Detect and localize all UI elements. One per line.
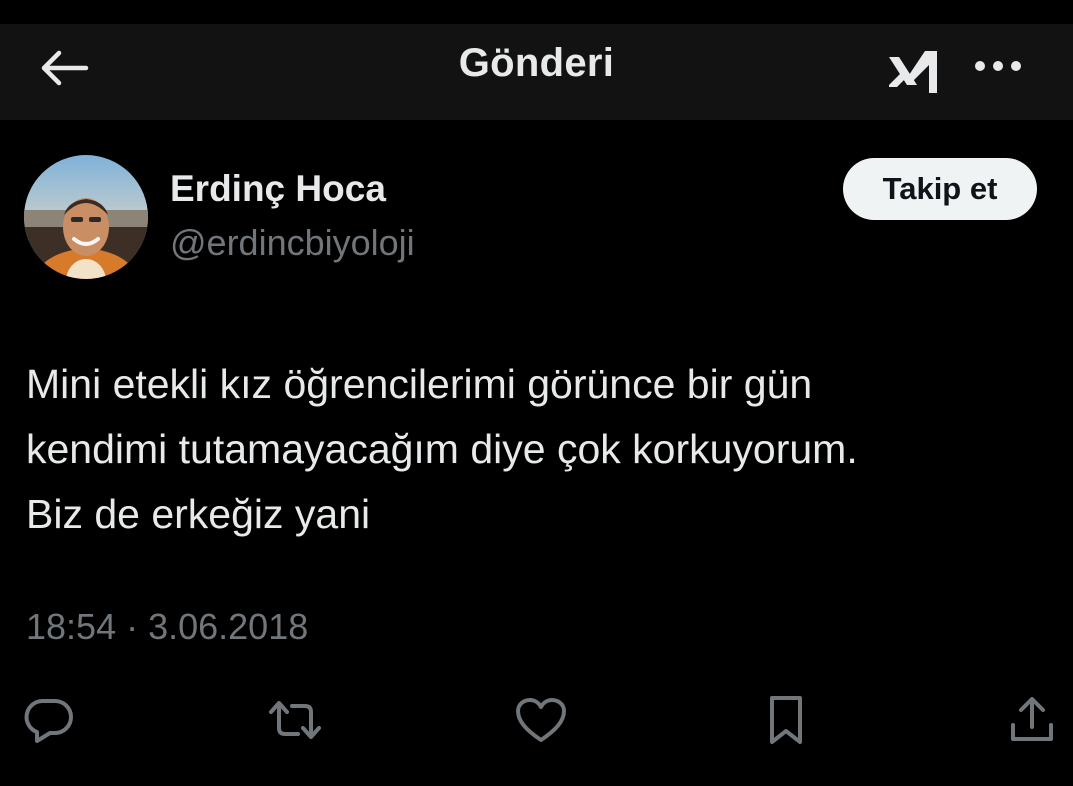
grok-logo-icon <box>889 51 937 93</box>
heart-icon <box>516 698 566 742</box>
retweet-icon <box>269 701 321 739</box>
tweet-timestamp: 18:54 · 3.06.2018 <box>26 606 308 648</box>
status-bar-area <box>0 0 1073 24</box>
tweet-text: Mini etekli kız öğrencilerimi görünce bi… <box>26 352 1036 547</box>
reply-bubble-icon <box>24 698 73 743</box>
tweet-text-line: kendimi tutamayacağım diye çok korkuyoru… <box>26 426 858 472</box>
tweet-text-line: Mini etekli kız öğrencilerimi görünce bi… <box>26 361 813 407</box>
tweet-date[interactable]: 3.06.2018 <box>148 606 308 647</box>
share-icon <box>1011 697 1053 741</box>
author-display-name[interactable]: Erdinç Hoca <box>170 168 386 210</box>
bookmark-button[interactable] <box>756 690 816 750</box>
top-bar: Gönderi <box>0 24 1073 120</box>
timestamp-separator: · <box>116 606 149 647</box>
reply-button[interactable] <box>19 690 79 750</box>
grok-button[interactable] <box>884 44 946 100</box>
more-horizontal-icon <box>975 61 1021 71</box>
retweet-button[interactable] <box>265 690 325 750</box>
author-handle[interactable]: @erdincbiyoloji <box>170 222 415 264</box>
tweet-action-bar <box>0 690 1073 754</box>
share-button[interactable] <box>1002 690 1062 750</box>
avatar[interactable] <box>24 155 148 279</box>
avatar-photo <box>24 155 148 279</box>
tweet-time[interactable]: 18:54 <box>26 606 116 647</box>
like-button[interactable] <box>511 690 571 750</box>
tweet-text-line: Biz de erkeğiz yani <box>26 491 371 537</box>
bookmark-icon <box>770 696 802 744</box>
more-options-button[interactable] <box>970 44 1026 88</box>
follow-button[interactable]: Takip et <box>843 158 1037 220</box>
